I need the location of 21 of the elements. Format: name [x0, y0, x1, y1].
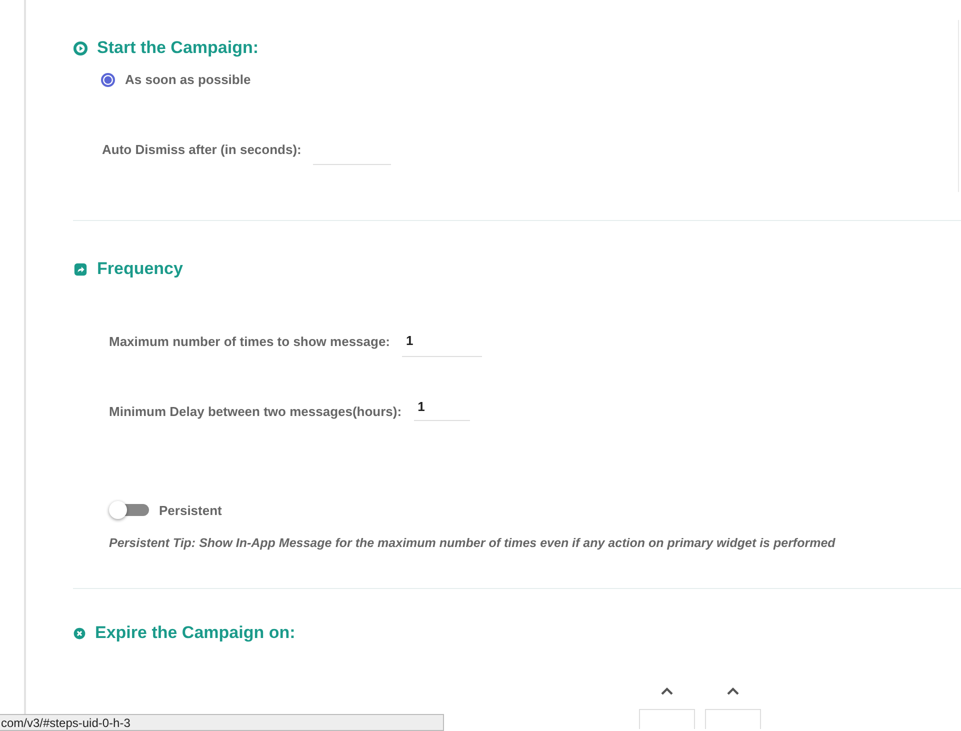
time-field[interactable] [639, 709, 695, 729]
chevron-up-icon[interactable] [727, 687, 739, 695]
tip-text: Persistent Tip: Show In-App Message for the maximum number of times even if any action on primary widget is performed [109, 536, 836, 550]
toggle-label: Persistent [159, 502, 222, 518]
field-label: Maximum number of times to show message: [109, 334, 390, 349]
share-icon [73, 262, 88, 276]
section-title: Start the Campaign: [97, 38, 259, 58]
toggle-switch[interactable] [109, 501, 149, 519]
time-field[interactable] [705, 709, 761, 729]
section-title: Frequency [97, 259, 183, 279]
status-url: com/v3/#steps-uid-0-h-3 [0, 714, 444, 731]
radio-label: As soon as possible [125, 72, 251, 87]
play-circle-icon [73, 40, 88, 56]
field-label: Minimum Delay between two messages(hours): [109, 404, 402, 419]
field-label: Auto Dismiss after (in seconds): [102, 142, 302, 157]
input-field[interactable]: 1 [402, 335, 482, 357]
radio-button[interactable] [101, 72, 115, 86]
input-field[interactable]: 1 [414, 399, 470, 421]
chevron-up-icon[interactable] [661, 687, 673, 695]
close-circle-icon [73, 626, 86, 640]
section-title: Expire the Campaign on: [95, 623, 296, 643]
